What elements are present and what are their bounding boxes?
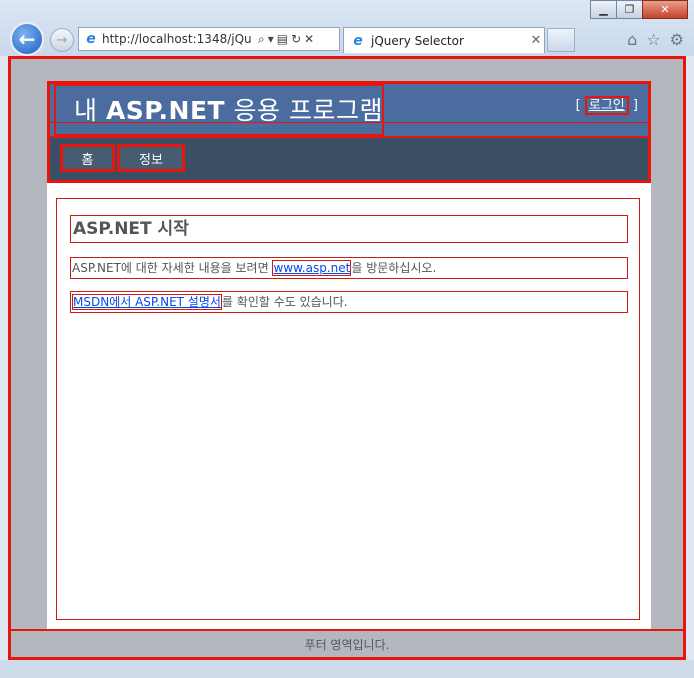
asp-net-link[interactable]: www.asp.net (272, 260, 352, 276)
home-icon[interactable]: ⌂ (627, 30, 637, 49)
header-divider (50, 122, 648, 123)
paragraph-2: MSDN에서 ASP.NET 설명서를 확인할 수도 있습니다. (70, 291, 628, 313)
back-button[interactable]: ← (10, 22, 44, 56)
search-icon[interactable]: ⌕ (258, 32, 265, 47)
login-link[interactable]: 로그인 (584, 96, 629, 115)
nav-menu: 홈 정보 (60, 144, 185, 172)
browser-tab[interactable]: e jQuery Selector ✕ (343, 27, 545, 53)
msdn-link[interactable]: MSDN에서 ASP.NET 설명서 (72, 294, 222, 310)
forward-button[interactable]: → (50, 28, 74, 52)
menu-bar: 홈 정보 (50, 136, 648, 180)
back-arrow-icon: ← (18, 27, 36, 51)
refresh-icon[interactable]: ↻ (291, 32, 301, 47)
main-content: ASP.NET 시작 ASP.NET에 대한 자세한 내용을 보려면 www.a… (56, 198, 640, 620)
menu-item-about[interactable]: 정보 (117, 144, 185, 172)
address-bar[interactable]: e http://localhost:1348/jQuery ⌕ ▾ ▤ ↻ ✕ (78, 27, 340, 51)
p2-text-after: 를 확인할 수도 있습니다. (221, 295, 348, 309)
browser-tools: ⌂ ☆ ⚙ (627, 30, 684, 49)
browser-chrome: ▁ ❐ ✕ ← → e http://localhost:1348/jQuery… (0, 0, 694, 56)
page-viewport: 내 ASP.NET 응용 프로그램 [ 로그인 ] 홈 정보 ASP.NET 시… (8, 56, 686, 660)
close-window-button[interactable]: ✕ (642, 0, 688, 19)
p1-text-after: 을 방문하십시오. (351, 261, 437, 275)
page-heading: ASP.NET 시작 (70, 215, 628, 243)
new-tab-button[interactable] (547, 28, 575, 52)
dropdown-icon[interactable]: ▾ (268, 32, 274, 47)
address-text[interactable]: http://localhost:1348/jQuery (102, 32, 252, 46)
page-container: 내 ASP.NET 응용 프로그램 [ 로그인 ] 홈 정보 ASP.NET 시… (47, 81, 651, 629)
ie-page-icon: e (86, 31, 96, 47)
login-bracket-close: ] (628, 98, 638, 113)
footer: 푸터 영역입니다. (11, 629, 683, 657)
compat-view-icon[interactable]: ▤ (277, 32, 288, 47)
paragraph-1: ASP.NET에 대한 자세한 내용을 보려면 www.asp.net을 방문하… (70, 257, 628, 279)
window-bottom-border (0, 660, 694, 678)
ie-tab-icon: e (353, 32, 363, 49)
site-header: 내 ASP.NET 응용 프로그램 [ 로그인 ] 홈 정보 (47, 81, 651, 183)
tab-title: jQuery Selector (371, 33, 464, 48)
gear-icon[interactable]: ⚙ (670, 30, 684, 49)
login-bracket-open: [ (575, 98, 585, 113)
title-suffix: 응용 프로그램 (225, 96, 383, 125)
tab-close-icon[interactable]: ✕ (528, 33, 544, 48)
p1-text-before: ASP.NET에 대한 자세한 내용을 보려면 (72, 261, 273, 275)
minimize-button[interactable]: ▁ (590, 0, 617, 19)
title-bold: ASP.NET (105, 96, 226, 125)
star-icon[interactable]: ☆ (646, 30, 660, 49)
forward-arrow-icon: → (56, 32, 68, 48)
window-controls: ▁ ❐ ✕ (590, 0, 688, 19)
stop-icon[interactable]: ✕ (304, 32, 314, 47)
title-prefix: 내 (74, 96, 106, 125)
restore-button[interactable]: ❐ (616, 0, 643, 19)
menu-item-home[interactable]: 홈 (60, 144, 115, 172)
login-display: [ 로그인 ] (575, 94, 638, 115)
site-title: 내 ASP.NET 응용 프로그램 (54, 84, 384, 136)
